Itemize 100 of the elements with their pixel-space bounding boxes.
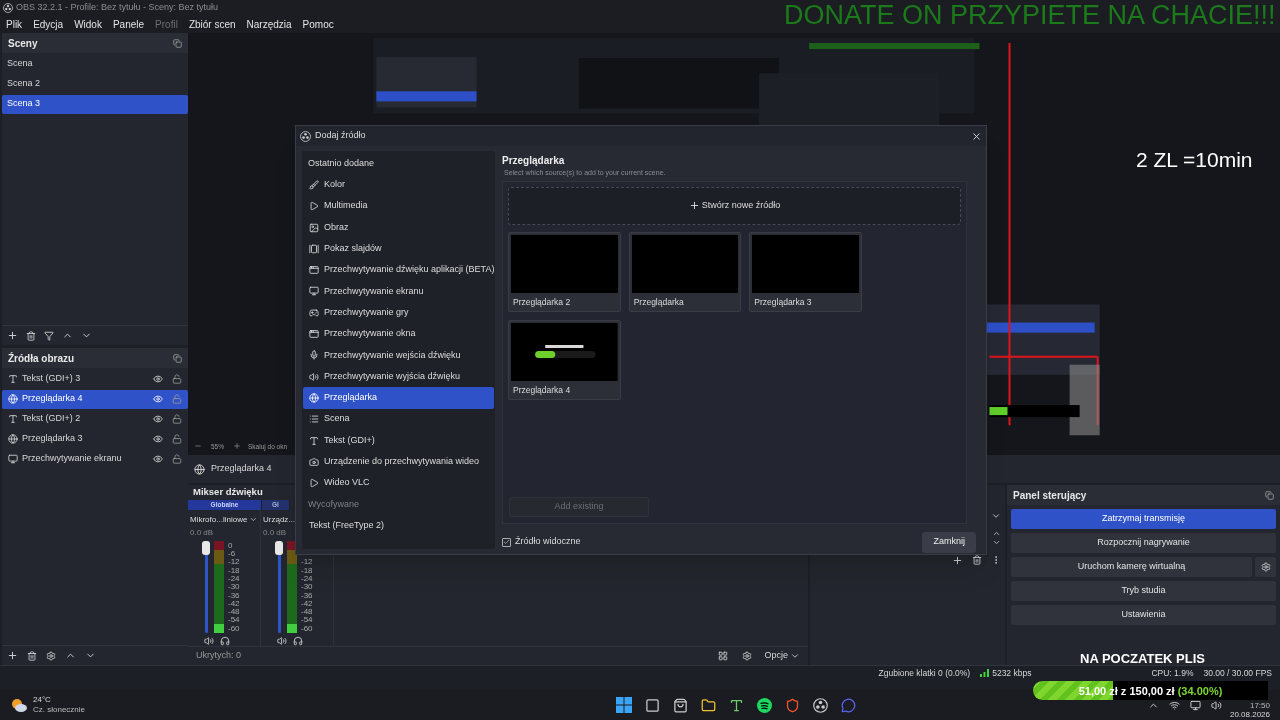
lock-icon[interactable]: [172, 454, 182, 464]
clock-date: 20.08.2026: [1229, 710, 1270, 719]
meter-tick-label: -12: [228, 558, 240, 567]
bitrate: 5232 kbps: [992, 667, 1032, 680]
task-view-icon[interactable]: [645, 697, 661, 713]
down-icon[interactable]: [992, 538, 1001, 547]
scene-item[interactable]: Scena 2: [2, 74, 188, 94]
scene-item[interactable]: Scena 3: [2, 94, 188, 114]
meter-tick-label: -30: [301, 583, 313, 592]
volume-icon[interactable]: [1210, 699, 1222, 711]
filter-icon[interactable]: [44, 330, 54, 341]
meter-tick-label: -42: [228, 599, 240, 609]
lock-icon[interactable]: [172, 414, 182, 424]
store-icon[interactable]: [673, 697, 689, 713]
delete-icon[interactable]: [972, 555, 982, 565]
speaker-icon[interactable]: [277, 636, 287, 646]
source-item[interactable]: Przechwytywanie ekranu: [2, 449, 188, 469]
app-icon[interactable]: [729, 697, 745, 713]
menu-item[interactable]: Zbiór scen: [188, 17, 236, 32]
display-icon[interactable]: [1189, 699, 1201, 711]
menu-item[interactable]: Widok: [74, 17, 102, 32]
meter-tick-label: -54: [301, 616, 313, 625]
control-button[interactable]: Zatrzymaj transmisję: [1011, 509, 1276, 529]
channel-name: Urządz...: [263, 513, 295, 526]
dropdown-icon[interactable]: [249, 515, 258, 524]
source-item[interactable]: Tekst (GDI+) 2: [2, 409, 188, 429]
control-button[interactable]: Tryb studia: [1011, 581, 1276, 601]
eye-icon[interactable]: [153, 454, 163, 464]
source-type-item[interactable]: Wideo VLC: [303, 472, 494, 494]
source-item[interactable]: Tekst (GDI+) 3: [2, 369, 188, 389]
eye-icon[interactable]: [153, 434, 163, 444]
donate-label: DONATE ON PRZYPIETE NA CHACIE!!!: [784, 0, 1276, 32]
scene-item[interactable]: Scena: [2, 54, 188, 74]
menu-item[interactable]: Edycja: [33, 17, 64, 32]
meter-tick-label: -6: [228, 550, 237, 559]
float-dock-icon[interactable]: [173, 38, 182, 48]
meter-tick-label: -24: [228, 574, 240, 584]
meter-tick-label: -60: [228, 624, 240, 633]
control-button[interactable]: Rozpocznij nagrywanie: [1011, 533, 1276, 553]
chat-icon[interactable]: [841, 697, 857, 713]
clock-time: 17:50: [1249, 701, 1270, 710]
text-icon: [8, 374, 18, 384]
meter-tick-label: -48: [301, 608, 313, 617]
meter-tick-label: -12: [301, 558, 313, 567]
eye-icon[interactable]: [153, 374, 163, 384]
delete-icon[interactable]: [27, 650, 37, 661]
meter-tick-label: -54: [228, 616, 240, 625]
eye-icon[interactable]: [153, 414, 163, 424]
menu-item[interactable]: Narzędzia: [246, 17, 292, 32]
weather-label: Cz. słonecznie: [33, 705, 86, 715]
start-icon[interactable]: [616, 697, 633, 713]
float-dock-icon[interactable]: [173, 353, 182, 363]
add-icon[interactable]: [7, 330, 18, 341]
control-button[interactable]: Ustawienia: [1011, 605, 1276, 625]
meter-tick-label: -18: [301, 566, 313, 575]
headphones-icon[interactable]: [220, 636, 230, 646]
goal-percent: (34.00%): [1177, 683, 1223, 699]
menu-item[interactable]: Pomoc: [302, 17, 334, 32]
globe-icon: [194, 463, 205, 475]
meter-tick-label: -18: [228, 566, 240, 575]
menu-item[interactable]: Panele: [112, 17, 145, 32]
music-app-icon[interactable]: [757, 697, 773, 713]
control-button[interactable]: Uruchom kamerę wirtualną: [1011, 557, 1252, 577]
menu-item[interactable]: Plik: [6, 17, 23, 32]
dropdown-icon[interactable]: [991, 511, 1001, 521]
options-button[interactable]: Opcje: [764, 649, 800, 663]
settings-icon[interactable]: [46, 650, 56, 661]
meter-tick-label: -36: [228, 591, 240, 600]
up-icon[interactable]: [992, 529, 1001, 538]
add-icon[interactable]: [952, 555, 963, 566]
folder-icon[interactable]: [701, 697, 717, 713]
volume-slider[interactable]: [202, 541, 210, 633]
layout-icon[interactable]: [718, 651, 729, 661]
cpu-usage: CPU: 1.9%: [1151, 667, 1194, 680]
dock-title: Panel sterujący: [1013, 488, 1087, 503]
headphones-icon[interactable]: [293, 636, 303, 646]
fps-reading: 30.00 / 30.00 FPS: [1203, 667, 1272, 680]
volume-slider[interactable]: [275, 541, 283, 633]
play-icon: [309, 478, 319, 489]
float-dock-icon[interactable]: [1265, 490, 1274, 500]
delete-icon[interactable]: [26, 330, 36, 341]
settings-icon[interactable]: [742, 651, 753, 661]
close-button[interactable]: Zamknij: [922, 531, 976, 553]
dock-title: Sceny: [8, 36, 38, 51]
shield-icon[interactable]: [785, 697, 801, 713]
obs-logo-icon: [813, 697, 829, 713]
speaker-icon[interactable]: [204, 636, 214, 646]
source-type-item[interactable]: Urządzenie do przechwytywania wideo: [303, 451, 494, 473]
settings-button[interactable]: [1255, 557, 1276, 577]
meter-tick-label: -60: [301, 624, 313, 633]
source-item[interactable]: Przeglądarka 3: [2, 429, 188, 449]
source-type-item[interactable]: Tekst (FreeType 2): [303, 515, 494, 537]
checkbox-label: Źródło widoczne: [515, 535, 581, 549]
network-icon[interactable]: [1168, 699, 1180, 711]
overlay-headline: NA POCZATEK PLIS: [1080, 650, 1205, 668]
visible-checkbox[interactable]: [502, 537, 511, 547]
add-icon[interactable]: [7, 650, 18, 661]
lock-icon[interactable]: [172, 374, 182, 384]
weather-icon: [10, 697, 28, 713]
lock-icon[interactable]: [172, 434, 182, 444]
